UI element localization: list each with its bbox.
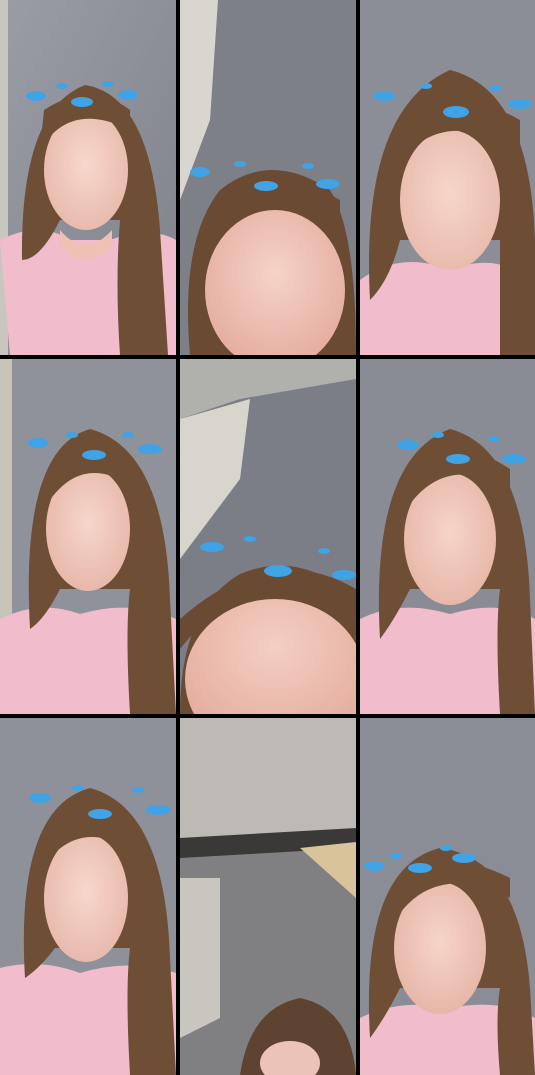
frame-8: [180, 718, 356, 1075]
frame-9-image: [360, 718, 535, 1075]
face: [44, 834, 128, 962]
frame-5-image: [180, 359, 356, 714]
frame-7: [0, 718, 176, 1075]
frame-4-image: [0, 359, 176, 714]
video-frame-grid: [0, 0, 535, 1075]
frame-7-image: [0, 718, 176, 1075]
frame-5: [180, 359, 356, 714]
frame-3-image: [360, 0, 535, 355]
frame-8-image: [180, 718, 356, 1075]
frame-1: [0, 0, 176, 355]
frame-1-image: [0, 0, 176, 355]
frame-6: [360, 359, 535, 714]
frame-6-image: [360, 359, 535, 714]
frame-9: [360, 718, 535, 1075]
face: [400, 130, 500, 270]
frame-2-image: [180, 0, 356, 355]
frame-3: [360, 0, 535, 355]
frame-4: [0, 359, 176, 714]
frame-2: [180, 0, 356, 355]
